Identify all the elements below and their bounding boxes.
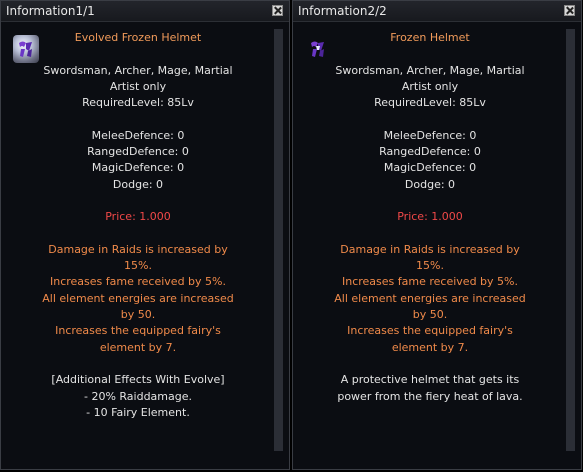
info-window-2: Information2/2 Frozen Helmet Swordsman, … — [292, 0, 582, 470]
close-icon[interactable] — [272, 5, 283, 16]
dodge: Dodge: 0 — [404, 177, 456, 191]
scrollbar[interactable] — [566, 29, 575, 451]
class-restriction: Swordsman, Archer, Mage, Martial — [335, 63, 525, 77]
evolve-effects-heading: [Additional Effects With Evolve] — [51, 373, 225, 387]
title-bar[interactable]: Information2/2 — [293, 1, 581, 22]
ranged-defence: RangedDefence: 0 — [379, 145, 481, 159]
class-restriction-2: Artist only — [109, 79, 167, 93]
effect-line: element by 7. — [391, 340, 469, 354]
window-title: Information2/2 — [298, 4, 387, 18]
effect-line: Increases the equipped fairy's — [55, 324, 221, 338]
title-bar[interactable]: Information1/1 — [1, 1, 289, 22]
required-level: RequiredLevel: 85Lv — [82, 96, 194, 110]
ranged-defence: RangedDefence: 0 — [87, 145, 189, 159]
price: Price: 1.000 — [397, 210, 463, 224]
item-lore-line: A protective helmet that gets its — [340, 373, 520, 387]
effect-line: by 50. — [412, 308, 448, 322]
price: Price: 1.000 — [105, 210, 171, 224]
effect-line: Damage in Raids is increased by — [340, 242, 520, 256]
effect-line: Increases fame received by 5%. — [342, 275, 518, 289]
effect-line: element by 7. — [99, 340, 177, 354]
magic-defence: MagicDefence: 0 — [91, 161, 185, 175]
effect-line: 15%. — [416, 259, 444, 273]
effect-line: All element energies are increased — [42, 291, 234, 305]
item-description: Frozen Helmet Swordsman, Archer, Mage, M… — [293, 30, 567, 405]
required-level: RequiredLevel: 85Lv — [374, 96, 486, 110]
melee-defence: MeleeDefence: 0 — [91, 128, 185, 142]
class-restriction: Swordsman, Archer, Mage, Martial — [43, 63, 233, 77]
evolve-effect-line: - 20% Raiddamage. — [83, 389, 193, 403]
effect-line: Increases fame received by 5%. — [50, 275, 226, 289]
effect-line: 15%. — [124, 259, 152, 273]
item-lore-line: power from the fiery heat of lava. — [337, 389, 523, 403]
close-icon[interactable] — [564, 5, 575, 16]
item-name: Frozen Helmet — [390, 31, 470, 44]
effect-line: Increases the equipped fairy's — [347, 324, 513, 338]
evolve-effect-line: - 10 Fairy Element. — [86, 405, 190, 419]
effect-line: by 50. — [120, 308, 156, 322]
scrollbar[interactable] — [274, 29, 283, 451]
dodge: Dodge: 0 — [112, 177, 164, 191]
item-name: Evolved Frozen Helmet — [74, 31, 202, 44]
info-window-1: Information1/1 Evolved Frozen Helmet Swo… — [0, 0, 290, 470]
effect-line: All element energies are increased — [334, 291, 526, 305]
magic-defence: MagicDefence: 0 — [383, 161, 477, 175]
item-description: Evolved Frozen Helmet Swordsman, Archer,… — [1, 30, 275, 421]
class-restriction-2: Artist only — [401, 79, 459, 93]
window-title: Information1/1 — [6, 4, 95, 18]
effect-line: Damage in Raids is increased by — [48, 242, 228, 256]
melee-defence: MeleeDefence: 0 — [383, 128, 477, 142]
